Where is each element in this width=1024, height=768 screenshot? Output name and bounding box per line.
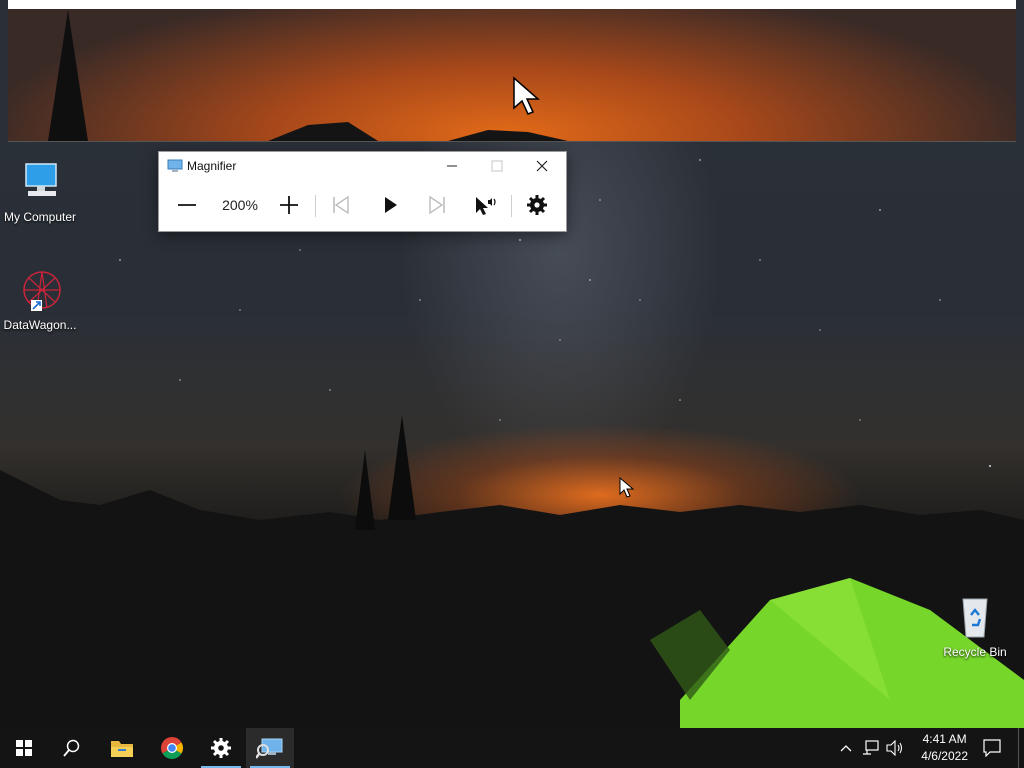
search-button[interactable] xyxy=(48,728,96,768)
chevron-up-icon xyxy=(840,745,852,752)
volume-icon xyxy=(886,740,903,756)
desktop-icon-recycle-bin[interactable]: Recycle Bin xyxy=(935,595,1015,659)
toolbar-separator xyxy=(511,195,512,217)
file-explorer-icon xyxy=(111,741,133,757)
clock-time: 4:41 AM xyxy=(922,732,967,746)
start-button[interactable] xyxy=(0,728,48,768)
read-from-here-button[interactable] xyxy=(469,189,501,221)
mouse-cursor-icon xyxy=(619,477,635,498)
search-icon xyxy=(63,739,80,757)
network-icon xyxy=(863,740,879,755)
magnifier-lens-view xyxy=(8,0,1016,142)
settings-button[interactable] xyxy=(521,189,553,221)
notification-icon xyxy=(983,739,1001,757)
close-icon xyxy=(536,160,548,172)
next-sentence-button[interactable] xyxy=(421,189,453,221)
action-center-button[interactable] xyxy=(968,728,1016,768)
skip-back-icon xyxy=(333,195,349,215)
magnified-cursor-icon xyxy=(513,76,540,115)
show-desktop-strip[interactable] xyxy=(1018,728,1024,768)
file-explorer-button[interactable] xyxy=(98,728,146,768)
maximize-icon xyxy=(491,160,503,172)
toolbar-separator xyxy=(315,195,316,217)
play-icon xyxy=(385,197,397,213)
gear-icon xyxy=(527,195,547,215)
recycle-bin-icon xyxy=(962,598,988,638)
minus-icon xyxy=(178,204,196,206)
clock-date: 4/6/2022 xyxy=(921,749,968,763)
desktop-icon-label: DataWagon... xyxy=(3,318,77,332)
start-icon xyxy=(16,740,32,756)
play-button[interactable] xyxy=(374,189,406,221)
zoom-level: 200% xyxy=(222,197,258,213)
minimize-icon xyxy=(447,165,457,167)
volume-button[interactable] xyxy=(882,728,908,768)
maximize-button[interactable] xyxy=(474,152,520,180)
taskbar: 4:41 AM 4/6/2022 xyxy=(0,728,1024,768)
settings-taskbar-button[interactable] xyxy=(197,728,245,768)
desktop-icon-my-computer[interactable]: My Computer xyxy=(0,160,80,224)
plus-icon xyxy=(280,196,298,214)
desktop-icon-label: Recycle Bin xyxy=(943,645,1007,659)
settings-icon xyxy=(211,738,231,758)
network-button[interactable] xyxy=(858,728,884,768)
chrome-icon xyxy=(161,737,183,759)
magnifier-app-icon xyxy=(167,159,183,172)
window-title: Magnifier xyxy=(187,159,237,173)
close-button[interactable] xyxy=(519,152,565,180)
zoom-out-button[interactable] xyxy=(171,189,203,221)
zoom-in-button[interactable] xyxy=(273,189,305,221)
show-hidden-icons-button[interactable] xyxy=(834,728,858,768)
magnifier-icon xyxy=(256,738,283,759)
skip-forward-icon xyxy=(429,195,445,215)
magnifier-window[interactable]: Magnifier 200% xyxy=(158,151,567,232)
computer-icon xyxy=(25,163,57,196)
desktop-icon-label: My Computer xyxy=(3,210,77,224)
desktop-icon-datawagon[interactable]: DataWagon... xyxy=(0,268,80,332)
datawagon-shortcut-icon xyxy=(23,271,61,311)
taskbar-clock[interactable]: 4:41 AM 4/6/2022 xyxy=(921,731,968,765)
previous-sentence-button[interactable] xyxy=(325,189,357,221)
read-from-here-icon xyxy=(476,197,496,215)
chrome-button[interactable] xyxy=(148,728,196,768)
minimize-button[interactable] xyxy=(429,152,475,180)
magnifier-taskbar-button[interactable] xyxy=(246,728,294,768)
